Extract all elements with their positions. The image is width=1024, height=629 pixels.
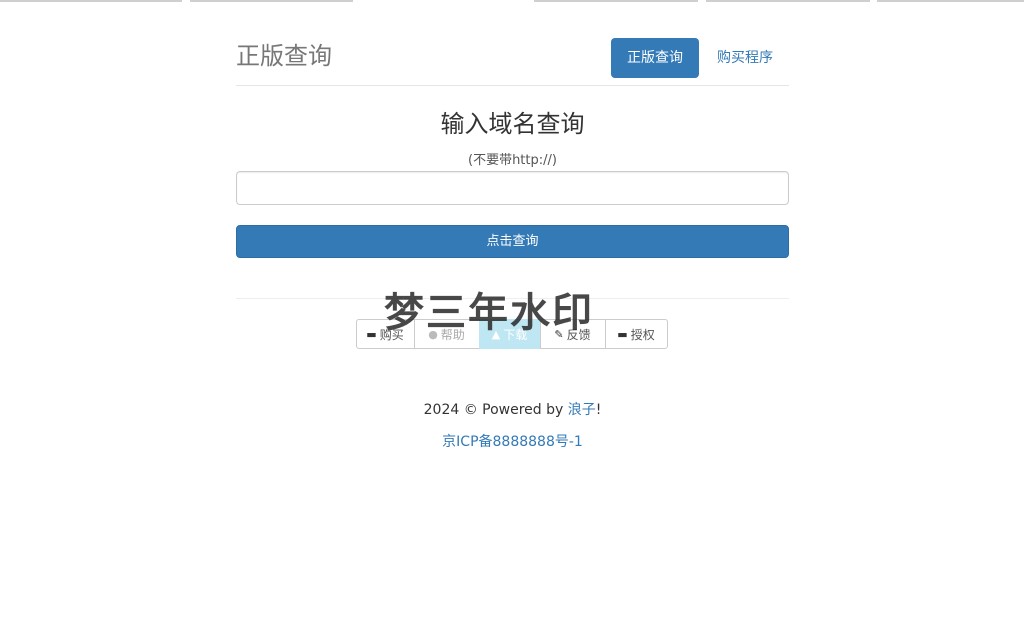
icp-record: 京ICP备8888888号-1 <box>236 431 789 451</box>
footer-credit: 2024 © Powered by 浪子! <box>236 399 789 419</box>
footer-prefix: 2024 © Powered by <box>423 402 568 418</box>
top-nav: 正版查询 购买程序 <box>611 38 789 78</box>
help-label: 帮助 <box>440 327 465 342</box>
feedback-button[interactable]: ✎ 反馈 <box>539 319 606 349</box>
author-link[interactable]: 浪子 <box>568 402 596 418</box>
footer-suffix: ! <box>595 402 602 418</box>
main-container: 正版查询 正版查询 购买程序 输入域名查询 (不要带http://) 点击查询 … <box>236 0 789 451</box>
divider <box>236 298 789 299</box>
page-header: 正版查询 正版查询 购买程序 <box>236 0 789 86</box>
icp-link[interactable]: 京ICP备8888888号-1 <box>442 434 583 450</box>
help-button[interactable]: ● 帮助 <box>413 319 480 349</box>
authorize-label: 授权 <box>630 327 655 342</box>
domain-input[interactable] <box>236 171 789 205</box>
card-icon: ▬ <box>617 327 628 341</box>
pencil-icon: ✎ <box>554 327 564 341</box>
site-title: 正版查询 <box>236 42 332 70</box>
action-button-group: ▬ 购买 ● 帮助 ▲ 下载 ✎ 反馈 ▬ 授权 <box>355 319 670 349</box>
credit-card-icon: ▬ <box>366 327 377 341</box>
feedback-label: 反馈 <box>566 327 591 342</box>
download-button[interactable]: ▲ 下载 <box>478 319 541 349</box>
nav-verify-button[interactable]: 正版查询 <box>611 38 699 78</box>
query-title: 输入域名查询 <box>440 110 585 138</box>
buy-button[interactable]: ▬ 购买 <box>355 319 415 349</box>
query-hint: (不要带http://) <box>468 153 557 168</box>
query-button[interactable]: 点击查询 <box>236 225 789 258</box>
info-circle-icon: ● <box>428 327 438 341</box>
download-label: 下载 <box>503 327 528 342</box>
authorize-button[interactable]: ▬ 授权 <box>604 319 668 349</box>
nav-buy-link[interactable]: 购买程序 <box>701 38 789 78</box>
buy-label: 购买 <box>379 327 404 342</box>
download-icon: ▲ <box>491 327 501 341</box>
